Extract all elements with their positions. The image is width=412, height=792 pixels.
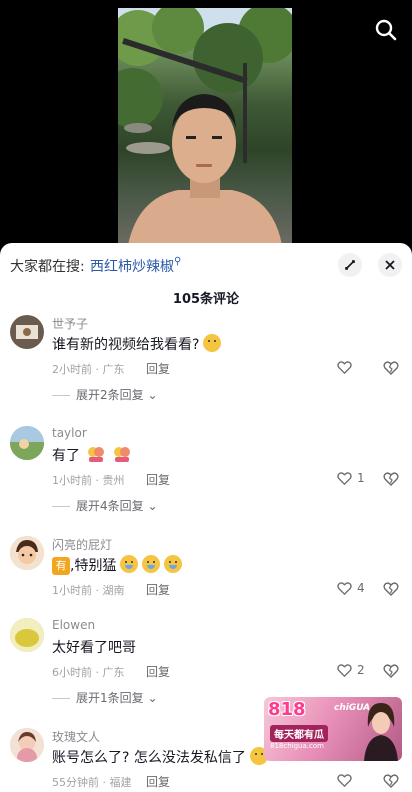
like-button[interactable] [336, 771, 376, 791]
search-icon[interactable] [374, 18, 398, 42]
divider-line [52, 698, 70, 699]
reply-button[interactable]: 回复 [146, 773, 170, 790]
video-player[interactable] [0, 0, 412, 245]
close-icon [385, 260, 395, 270]
comment-item: 闪亮的屁灯 有 ,特别猛 1小时前 · 湖南 回复 4 [0, 536, 412, 606]
hug-emoji-icon [88, 447, 105, 462]
comment-count: 105条评论 [172, 292, 240, 307]
broken-heart-icon[interactable] [382, 470, 400, 488]
comment-text: 太好看了吧哥 [52, 640, 136, 656]
crying-emoji-icon [120, 555, 139, 573]
avatar[interactable] [10, 536, 44, 570]
ad-url: 818chigua.com [270, 742, 324, 750]
time-location: 1小时前 · 贵州 [52, 474, 125, 487]
comment-item: Elowen 太好看了吧哥 6小时前 · 广东 回复 2 展开1条回复 ⌄ [0, 618, 412, 708]
avatar-image [10, 618, 44, 652]
expand-replies-label: 展开4条回复 [76, 499, 144, 513]
like-button[interactable]: 2 [336, 661, 376, 681]
username[interactable]: 闪亮的屁灯 [52, 536, 112, 553]
comment-text: 有了 [52, 445, 131, 465]
comment-text: 账号怎么了? 怎么没法发私信了 [52, 747, 268, 767]
reply-button[interactable]: 回复 [146, 581, 170, 598]
username[interactable]: taylor [52, 426, 87, 440]
search-prefix-label: 大家都在搜: [10, 259, 85, 275]
hug-emoji-icon [113, 447, 130, 462]
heart-icon [337, 582, 352, 596]
avatar-image [10, 426, 44, 460]
ad-portrait-image [364, 703, 398, 761]
like-count: 2 [357, 663, 365, 677]
broken-heart-icon[interactable] [382, 359, 400, 377]
like-button[interactable] [336, 358, 376, 378]
thinking-emoji-icon [203, 334, 222, 352]
username[interactable]: Elowen [52, 618, 95, 632]
time-location: 1小时前 · 湖南 [52, 584, 125, 597]
sheet-header: 大家都在搜: 西红柿炒辣椒⚲ [0, 243, 412, 287]
expand-replies-label: 展开1条回复 [76, 691, 144, 705]
like-button[interactable]: 4 [336, 579, 376, 599]
you-badge: 有 [52, 557, 70, 575]
small-search-icon: ⚲ [174, 256, 182, 267]
collapse-button[interactable] [338, 253, 362, 277]
comment-text-body: ,特别猛 [70, 558, 117, 574]
shrink-icon [345, 260, 355, 270]
broken-heart-icon[interactable] [382, 772, 400, 790]
expand-replies[interactable]: 展开4条回复 ⌄ [52, 497, 158, 514]
reply-button[interactable]: 回复 [146, 471, 170, 488]
expand-replies[interactable]: 展开1条回复 ⌄ [52, 689, 158, 706]
crying-emoji-icon [142, 555, 161, 573]
avatar-image [10, 536, 44, 570]
chevron-down-icon: ⌄ [143, 499, 158, 513]
divider-line [52, 395, 70, 396]
avatar[interactable] [10, 426, 44, 460]
crying-emoji-icon [164, 555, 183, 573]
time-location: 2小时前 · 广东 [52, 363, 125, 376]
close-button[interactable] [378, 253, 402, 277]
heart-icon [337, 361, 352, 375]
comment-text-body: 账号怎么了? 怎么没法发私信了 [52, 750, 246, 766]
comment-text-body: 谁有新的视频给我看看? [52, 337, 200, 353]
avatar-image [16, 325, 38, 339]
broken-heart-icon[interactable] [382, 580, 400, 598]
broken-heart-icon[interactable] [382, 662, 400, 680]
expand-replies-label: 展开2条回复 [76, 388, 144, 402]
chevron-down-icon: ⌄ [143, 691, 158, 705]
like-count: 1 [357, 471, 365, 485]
username[interactable]: 玫瑰文人 [52, 728, 100, 745]
time-location: 6小时前 · 广东 [52, 666, 125, 679]
expand-replies[interactable]: 展开2条回复 ⌄ [52, 386, 158, 403]
like-button[interactable]: 1 [336, 469, 376, 489]
avatar[interactable] [10, 728, 44, 762]
time-location: 55分钟前 · 福建 [52, 776, 132, 789]
avatar[interactable] [10, 618, 44, 652]
reply-button[interactable]: 回复 [146, 663, 170, 680]
comment-text: 有 ,特别猛 [52, 555, 183, 575]
like-count: 4 [357, 581, 365, 595]
search-suggestion-text: 西红柿炒辣椒 [90, 259, 174, 275]
heart-icon [337, 774, 352, 788]
comment-text: 谁有新的视频给我看看? [52, 334, 222, 354]
watermark-ad[interactable]: 818 chiGUA 每天都有瓜 818chigua.com [264, 697, 402, 761]
divider-line [52, 506, 70, 507]
ad-brand: 818 [268, 699, 306, 720]
person-figure [128, 94, 282, 245]
ad-slogan: 每天都有瓜 [270, 725, 328, 742]
comment-item: 世予子 谁有新的视频给我看看? 2小时前 · 广东 回复 展开2条回复 ⌄ [0, 315, 412, 405]
video-frame[interactable] [118, 8, 292, 245]
avatar[interactable] [10, 315, 44, 349]
chevron-down-icon: ⌄ [143, 388, 158, 402]
comment-item: taylor 有了 1小时前 · 贵州 回复 1 展开4条回复 ⌄ [0, 426, 412, 516]
search-suggestion-link[interactable]: 西红柿炒辣椒⚲ [90, 256, 181, 276]
reply-button[interactable]: 回复 [146, 360, 170, 377]
heart-icon [337, 472, 352, 486]
avatar-image [10, 728, 44, 762]
comment-text-body: 有了 [52, 448, 80, 464]
heart-icon [337, 664, 352, 678]
username[interactable]: 世予子 [52, 315, 88, 332]
